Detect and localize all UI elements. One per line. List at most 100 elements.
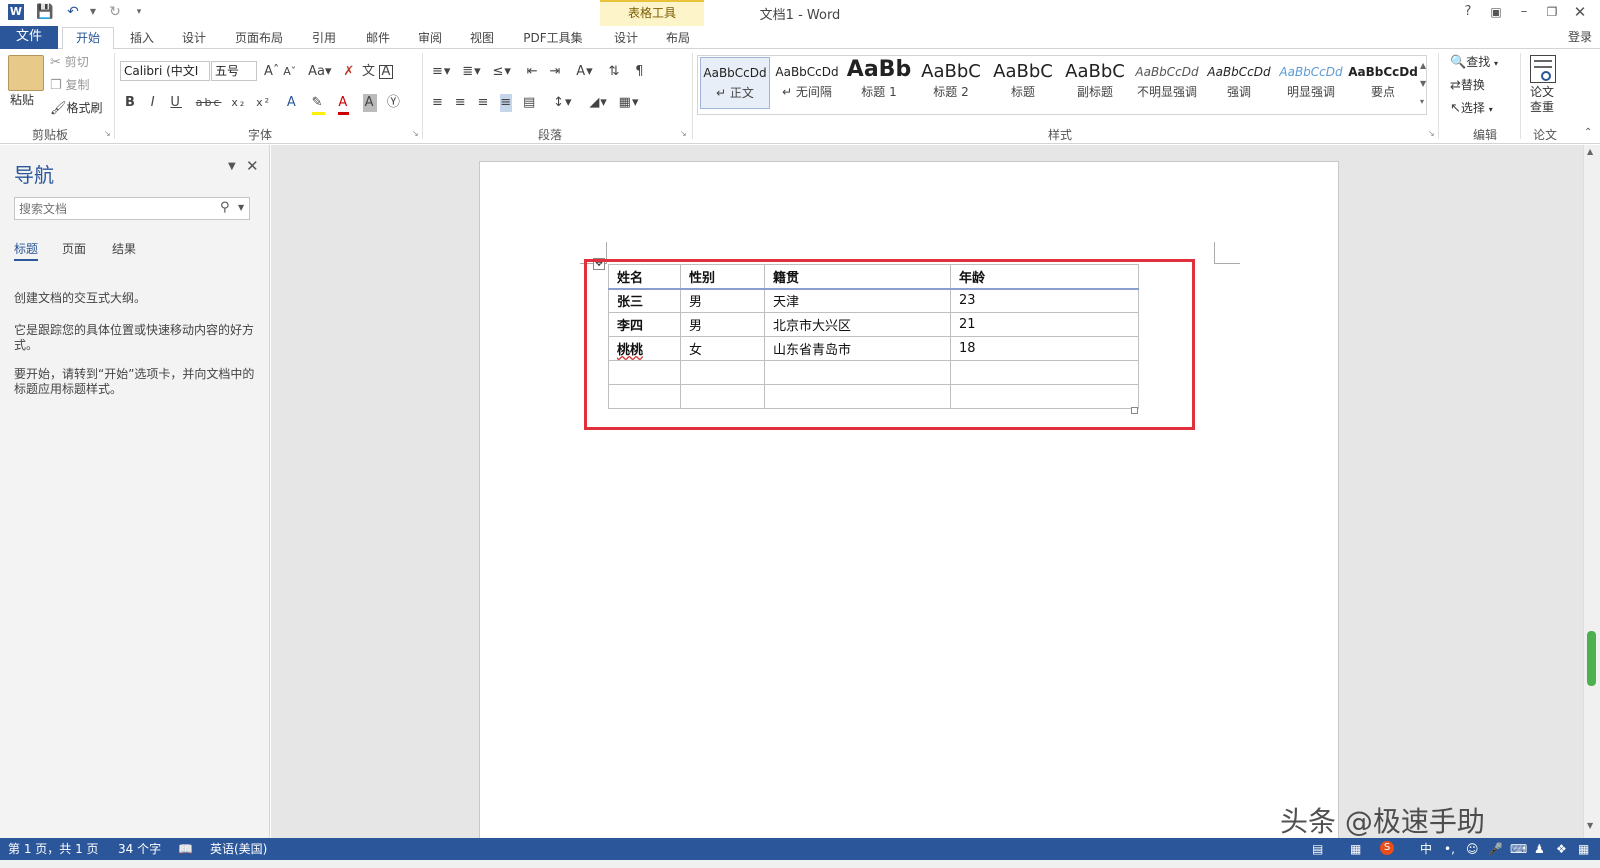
search-dropdown-icon[interactable]: ▼ [238, 203, 244, 212]
bold-icon[interactable]: B [125, 94, 137, 112]
char-shading-icon[interactable]: A [363, 94, 378, 112]
shrink-font-icon[interactable]: Aˇ [283, 63, 296, 81]
customize-qat-icon[interactable]: ▾ [130, 3, 148, 21]
ime-chinese-icon[interactable]: 中 [1420, 841, 1432, 857]
tab-view[interactable]: 视图 [460, 28, 504, 49]
page-count[interactable]: 第 1 页，共 1 页 [8, 841, 99, 857]
ime-punct-icon[interactable]: •, [1444, 841, 1455, 857]
highlight-icon[interactable]: ✎ [311, 94, 325, 115]
ime-mic-icon[interactable]: 🎤 [1488, 841, 1503, 857]
print-layout-icon[interactable]: ▦ [1350, 841, 1361, 857]
paper-check-button[interactable]: 论文 查重 [1530, 85, 1554, 115]
font-size-dropdown[interactable]: 五号 [211, 61, 257, 81]
grow-font-icon[interactable]: Aˆ [264, 63, 279, 81]
nav-options-icon[interactable]: ▼ [228, 161, 236, 172]
tab-mailings[interactable]: 邮件 [356, 28, 400, 49]
nav-tab-headings[interactable]: 标题 [14, 240, 39, 261]
clipboard-launcher-icon[interactable]: ↘ [104, 129, 111, 138]
read-mode-icon[interactable]: ▤ [1312, 841, 1323, 857]
shading-icon[interactable]: ◢▾ [589, 94, 608, 112]
style-emphasis[interactable]: AaBbCcDd 强调 [1204, 57, 1274, 109]
char-border-icon[interactable]: A [378, 65, 393, 79]
paragraph-launcher-icon[interactable]: ↘ [680, 129, 687, 138]
tab-insert[interactable]: 插入 [120, 28, 164, 49]
ime-user-icon[interactable]: ♟ [1534, 841, 1545, 857]
minimize-button[interactable]: – [1512, 2, 1536, 22]
scroll-up-icon[interactable]: ▲ [1587, 147, 1593, 156]
ime-keyboard-icon[interactable]: ⌨ [1510, 841, 1527, 857]
scroll-thumb[interactable] [1587, 631, 1596, 686]
document-workspace[interactable] [271, 145, 1583, 861]
text-effects-icon[interactable]: A [287, 94, 298, 112]
show-marks-icon[interactable]: ¶ [635, 63, 644, 81]
close-button[interactable]: ✕ [1568, 2, 1592, 22]
ribbon-display-options-icon[interactable]: ▣ [1484, 2, 1508, 22]
style-heading-1[interactable]: AaBb 标题 1 [844, 57, 914, 109]
word-count[interactable]: 34 个字 [118, 841, 161, 857]
scroll-down-icon[interactable]: ▼ [1587, 821, 1593, 830]
underline-icon[interactable]: U [170, 94, 182, 112]
italic-icon[interactable]: I [151, 94, 157, 112]
ime-skin-icon[interactable]: ❖ [1556, 841, 1567, 857]
replace-button[interactable]: 替换 [1461, 78, 1485, 92]
numbering-icon[interactable]: ≣▾ [462, 63, 481, 81]
sort-icon[interactable]: ⇅ [608, 63, 620, 81]
enclose-char-icon[interactable]: Ⓨ [387, 94, 402, 112]
search-input[interactable] [14, 197, 250, 220]
tab-page-layout[interactable]: 页面布局 [226, 28, 292, 49]
borders-icon[interactable]: ▦▾ [619, 94, 640, 112]
subscript-icon[interactable]: x₂ [231, 94, 246, 112]
ime-emoji-icon[interactable]: ☺ [1466, 841, 1479, 857]
justify-icon[interactable]: ≡ [500, 94, 513, 112]
style-no-spacing[interactable]: AaBbCcDd ↵ 无间隔 [772, 57, 842, 109]
styles-scroll-icon[interactable]: ▲ ▼ ▾ [1420, 57, 1426, 111]
distributed-icon[interactable]: ▤ [523, 94, 536, 112]
font-color-icon[interactable]: A [338, 94, 350, 115]
collapse-ribbon-icon[interactable]: ⌃ [1584, 127, 1592, 138]
search-icon[interactable]: ⚲ [220, 200, 230, 215]
style-intense-emphasis[interactable]: AaBbCcDd 明显强调 [1276, 57, 1346, 109]
font-launcher-icon[interactable]: ↘ [412, 129, 419, 138]
help-button[interactable]: ? [1456, 2, 1480, 22]
cut-button[interactable]: 剪切 [65, 55, 89, 69]
nav-tab-results[interactable]: 结果 [112, 240, 136, 257]
redo-icon[interactable]: ↻ [106, 3, 124, 21]
select-button[interactable]: 选择 [1461, 101, 1485, 115]
change-case-icon[interactable]: Aa▾ [308, 63, 331, 81]
undo-icon[interactable]: ↶ [64, 3, 82, 21]
find-button[interactable]: 查找 [1466, 55, 1490, 69]
style-normal[interactable]: AaBbCcDd ↵ 正文 [700, 57, 770, 109]
strikethrough-icon[interactable]: abc [196, 94, 222, 112]
style-title[interactable]: AaBbC 标题 [988, 57, 1058, 109]
decrease-indent-icon[interactable]: ⇤ [527, 63, 539, 81]
ime-logo-icon[interactable]: S [1380, 841, 1394, 855]
style-strong[interactable]: AaBbCcDd 要点 [1348, 57, 1418, 109]
tab-review[interactable]: 审阅 [408, 28, 452, 49]
paper-check-icon[interactable] [1530, 55, 1556, 83]
tab-references[interactable]: 引用 [302, 28, 346, 49]
align-left-icon[interactable]: ≡ [432, 94, 444, 112]
copy-button[interactable]: 复制 [65, 78, 89, 92]
align-center-icon[interactable]: ≡ [455, 94, 467, 112]
style-subtle-emphasis[interactable]: AaBbCcDd 不明显强调 [1132, 57, 1202, 109]
tab-pdf-tools[interactable]: PDF工具集 [512, 28, 594, 49]
multilevel-list-icon[interactable]: ≤▾ [493, 63, 512, 81]
proofing-icon[interactable]: 📖 [178, 841, 193, 857]
style-heading-2[interactable]: AaBbC 标题 2 [916, 57, 986, 109]
tab-file[interactable]: 文件 [0, 26, 58, 49]
chinese-layout-icon[interactable]: A▾ [576, 63, 593, 81]
sign-in-link[interactable]: 登录 [1568, 28, 1592, 45]
tab-table-design[interactable]: 设计 [604, 28, 648, 49]
tab-table-layout[interactable]: 布局 [656, 28, 700, 49]
styles-launcher-icon[interactable]: ↘ [1428, 129, 1435, 138]
restore-button[interactable]: ❐ [1540, 2, 1564, 22]
line-spacing-icon[interactable]: ↕▾ [553, 94, 572, 112]
clear-format-icon[interactable]: ✗ [343, 63, 354, 81]
nav-tab-pages[interactable]: 页面 [62, 240, 86, 257]
vertical-scrollbar[interactable]: ▲ ▼ [1583, 145, 1600, 838]
tab-design[interactable]: 设计 [172, 28, 216, 49]
format-painter-button[interactable]: 格式刷 [67, 101, 103, 115]
nav-close-icon[interactable]: ✕ [246, 157, 259, 175]
increase-indent-icon[interactable]: ⇥ [549, 63, 561, 81]
undo-dropdown-icon[interactable]: ▼ [84, 3, 102, 21]
